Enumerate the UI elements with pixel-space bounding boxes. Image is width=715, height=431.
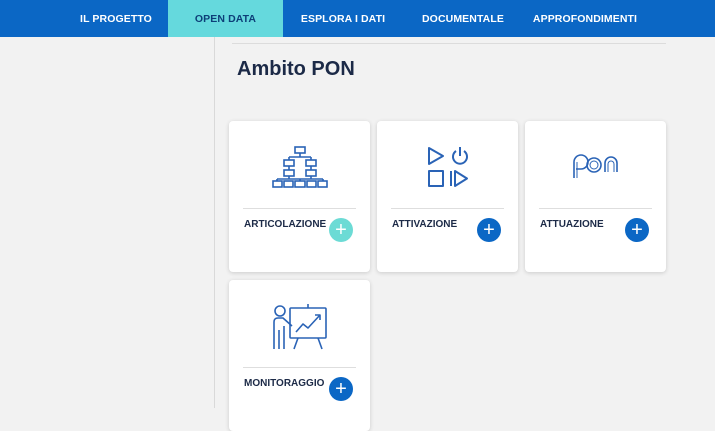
play-power-icon bbox=[377, 139, 518, 195]
expand-button[interactable]: + bbox=[477, 218, 501, 242]
card-monitoraggio[interactable]: MONITORAGGIO + bbox=[229, 280, 370, 431]
card-label: ATTUAZIONE bbox=[540, 219, 604, 230]
hierarchy-icon bbox=[229, 139, 370, 195]
card-attivazione[interactable]: ATTIVAZIONE + bbox=[377, 121, 518, 272]
nav-item-approfondimenti[interactable]: APPROFONDIMENTI bbox=[523, 0, 647, 37]
content-divider bbox=[232, 43, 666, 44]
card-divider bbox=[243, 367, 356, 368]
card-divider bbox=[391, 208, 504, 209]
card-articolazione[interactable]: ARTICOLAZIONE + bbox=[229, 121, 370, 272]
card-label: ATTIVAZIONE bbox=[392, 219, 458, 230]
nav-item-il-progetto[interactable]: IL PROGETTO bbox=[64, 0, 168, 37]
page-title: Ambito PON bbox=[237, 58, 355, 80]
top-navigation: IL PROGETTO OPEN DATA ESPLORA I DATI DOC… bbox=[0, 0, 715, 37]
expand-button[interactable]: + bbox=[625, 218, 649, 242]
pon-logo-icon bbox=[525, 139, 666, 195]
sidebar-divider bbox=[214, 37, 215, 408]
card-attuazione[interactable]: ATTUAZIONE + bbox=[525, 121, 666, 272]
card-divider bbox=[539, 208, 652, 209]
presentation-chart-icon bbox=[229, 298, 370, 354]
card-divider bbox=[243, 208, 356, 209]
nav-item-esplora-i-dati[interactable]: ESPLORA I DATI bbox=[283, 0, 403, 37]
card-label: MONITORAGGIO bbox=[244, 378, 325, 389]
expand-button[interactable]: + bbox=[329, 377, 353, 401]
nav-item-open-data[interactable]: OPEN DATA bbox=[168, 0, 283, 37]
expand-button[interactable]: + bbox=[329, 218, 353, 242]
card-label: ARTICOLAZIONE bbox=[244, 219, 327, 230]
nav-item-documentale[interactable]: DOCUMENTALE bbox=[403, 0, 523, 37]
